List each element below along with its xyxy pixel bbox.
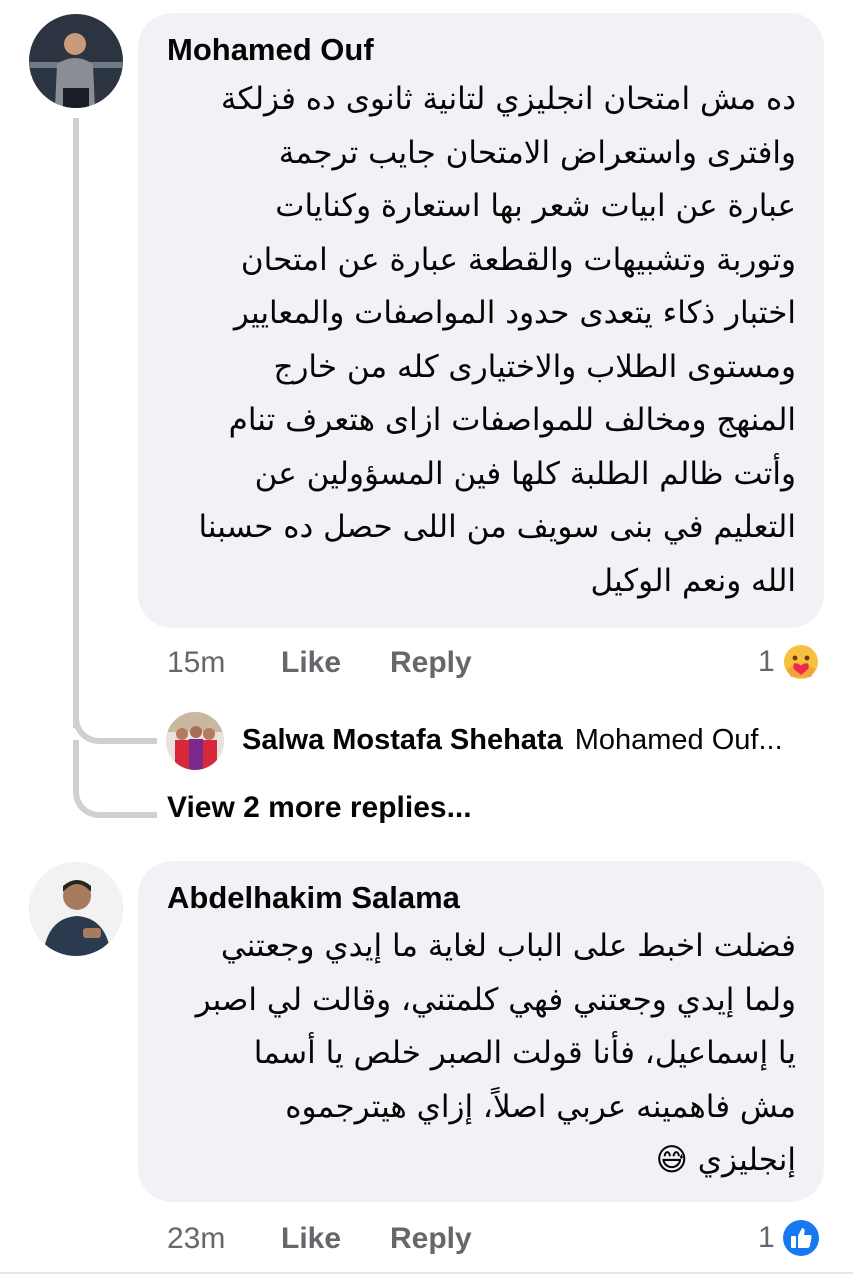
thread-connector-reply — [73, 690, 157, 744]
sweat-smile-emoji: 😅 — [655, 1142, 688, 1178]
comment-line: ولما إيدي وجعتني فهي كلمتني، وقالت لي اص… — [195, 981, 796, 1018]
comment-time[interactable]: 23m — [167, 1222, 225, 1256]
reply-button[interactable]: Reply — [390, 646, 472, 680]
reaction-count: 1 — [758, 1221, 775, 1254]
comment-line: إنجليزي — [697, 1142, 796, 1178]
comment-line: ده مش امتحان انجليزي لتانية ثانوى ده فزل… — [220, 81, 796, 117]
comment-author[interactable]: Abdelhakim Salama — [167, 880, 460, 916]
avatar[interactable] — [29, 14, 123, 108]
comment-line: مش فاهمينه عربي اصلاً، إزاي هيترجموه — [285, 1088, 796, 1125]
care-reaction-icon — [783, 645, 818, 679]
reaction-summary[interactable]: 1 — [758, 642, 821, 682]
bottom-divider — [0, 1272, 853, 1274]
reaction-summary[interactable]: 1 — [758, 1218, 821, 1258]
profile-photo-icon — [29, 14, 123, 108]
comment-text: ده مش امتحان انجليزي لتانية ثانوى ده فزل… — [176, 73, 796, 608]
comment-line: فضلت اخبط على الباب لغاية ما إيدي وجعتني — [220, 928, 796, 964]
reply-author[interactable]: Salwa Mostafa Shehata — [242, 724, 563, 757]
view-more-replies-link[interactable]: View 2 more replies... — [167, 791, 472, 825]
comment-time[interactable]: 15m — [167, 646, 225, 680]
thread-connector-more — [73, 740, 157, 818]
comment-author[interactable]: Mohamed Ouf — [167, 32, 374, 68]
comment-line: يا إسماعيل، فأنا قولت الصبر خلص يا أسما — [253, 1035, 796, 1071]
reply-button[interactable]: Reply — [390, 1222, 472, 1256]
reply-avatar[interactable] — [166, 712, 224, 770]
comment-line: اختبار ذكاء يتعدى حدود المواصفات والمعاي… — [233, 295, 796, 331]
profile-photo-icon — [166, 712, 224, 770]
profile-photo-icon — [29, 862, 123, 956]
comment-text: فضلت اخبط على الباب لغاية ما إيدي وجعتني… — [176, 920, 796, 1188]
avatar[interactable] — [29, 862, 123, 956]
thread-line — [73, 118, 79, 728]
reaction-count: 1 — [758, 645, 775, 678]
comment-line: الله ونعم الوكيل — [590, 562, 797, 599]
comment-line: وأتت ظالم الطلبة كلها فين المسؤولين عن — [254, 455, 796, 492]
like-reaction-icon — [782, 1220, 819, 1256]
reply-preview[interactable]: Salwa Mostafa Shehata Mohamed Ouf... — [242, 724, 783, 757]
comment-line: وتوربة وتشبيهات والقطعة عبارة عن امتحان — [240, 241, 796, 278]
comment-line: وافترى واستعراض الامتحان جايب ترجمة — [278, 134, 796, 171]
reply-snippet: Mohamed Ouf... — [574, 724, 783, 756]
comment-line: التعليم في بنى سويف من اللى حصل ده حسبنا — [198, 509, 796, 545]
comment-line: عبارة عن ابيات شعر بها استعارة وكنايات — [275, 188, 796, 224]
comment-line: ومستوى الطلاب والاختيارى كله من خارج — [273, 348, 796, 385]
comment-line-last: إنجليزي 😅 — [176, 1134, 796, 1188]
comment-line: المنهج ومخالف للمواصفات ازاى هتعرف تنام — [228, 402, 796, 438]
like-button[interactable]: Like — [281, 646, 341, 680]
like-button[interactable]: Like — [281, 1222, 341, 1256]
